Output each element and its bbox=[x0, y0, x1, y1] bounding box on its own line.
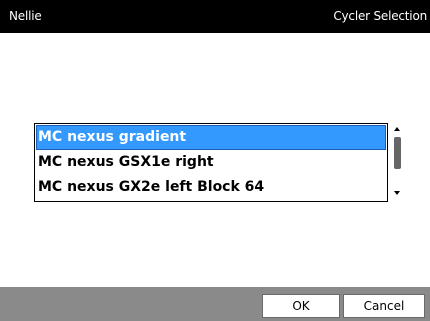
list-item-mc-nexus-gx2e-left-block-64[interactable]: MC nexus GX2e left Block 64 bbox=[36, 175, 386, 200]
cycler-listbox[interactable]: MC nexus gradient MC nexus GSX1e right M… bbox=[34, 123, 388, 202]
cancel-button[interactable]: Cancel bbox=[343, 294, 425, 318]
ok-button[interactable]: OK bbox=[262, 294, 340, 318]
list-item-mc-nexus-gsx1e-right[interactable]: MC nexus GSX1e right bbox=[36, 150, 386, 175]
scroll-down-arrow-icon[interactable] bbox=[394, 191, 400, 195]
bottom-action-bar: OK Cancel bbox=[0, 287, 430, 321]
list-scrollbar[interactable] bbox=[391, 123, 403, 202]
scrollbar-thumb[interactable] bbox=[394, 137, 401, 169]
app-name: Nellie bbox=[9, 9, 42, 23]
title-bar: Nellie Cycler Selection bbox=[0, 0, 430, 33]
list-item-mc-nexus-gradient[interactable]: MC nexus gradient bbox=[36, 125, 386, 150]
screen-title: Cycler Selection bbox=[333, 9, 427, 23]
scroll-up-arrow-icon[interactable] bbox=[394, 127, 400, 131]
content-area: MC nexus gradient MC nexus GSX1e right M… bbox=[0, 33, 430, 287]
